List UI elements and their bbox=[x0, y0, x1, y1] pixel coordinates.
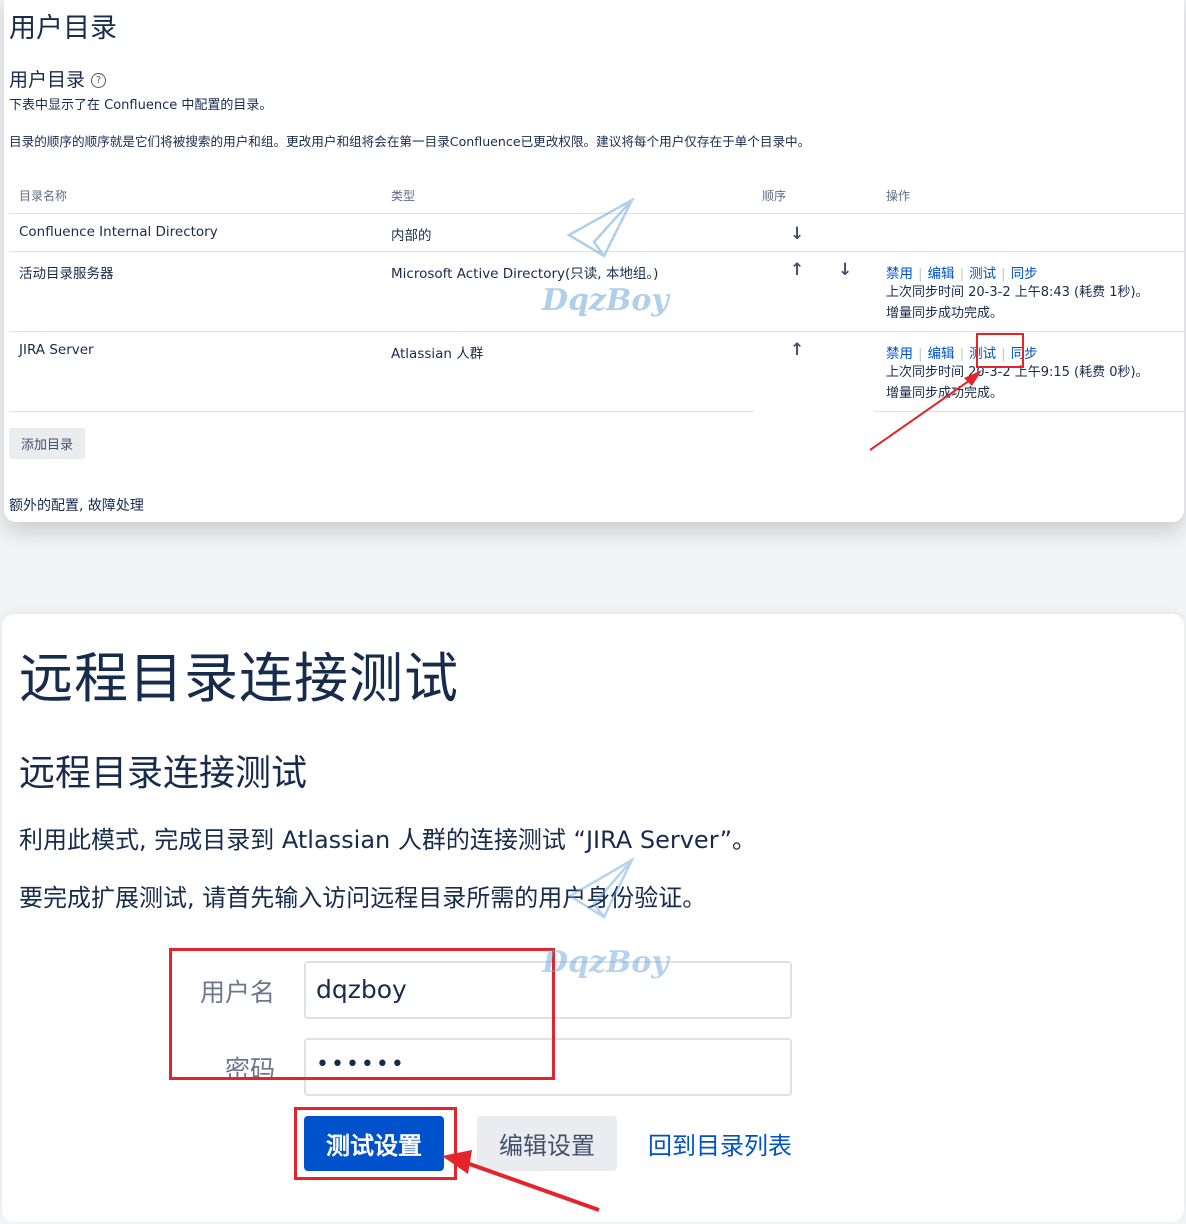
row-divider bbox=[9, 331, 1184, 332]
test-button-highlight-box bbox=[294, 1107, 457, 1180]
watermark-overlay: DqzBoy bbox=[541, 196, 982, 451]
question-circle-icon[interactable]: ? bbox=[91, 73, 107, 88]
move-down-icon[interactable]: ↓ bbox=[838, 260, 852, 280]
directory-name: JIRA Server bbox=[19, 342, 94, 358]
directory-panel: 用户目录 用户目录? 下表中显示了在 Confluence 中配置的目录。 目录… bbox=[4, 0, 1184, 522]
directory-type: 内部的 bbox=[391, 228, 432, 244]
description-2: 要完成扩展测试, 请首先输入访问远程目录所需的用户身份验证。 bbox=[19, 884, 707, 912]
description-2: 目录的顺序的顺序就是它们将被搜索的用户和组。更改用户和组将会在第一目录Confl… bbox=[9, 134, 811, 149]
sync-status-result: 增量同步成功完成。 bbox=[886, 386, 1004, 401]
directory-type: Atlassian 人群 bbox=[391, 346, 484, 362]
edit-link[interactable]: 编辑 bbox=[928, 266, 955, 282]
directory-name: 活动目录服务器 bbox=[19, 266, 114, 282]
section-title-text: 用户目录 bbox=[9, 69, 86, 91]
move-up-icon[interactable]: ↑ bbox=[790, 340, 804, 360]
paper-plane-icon bbox=[566, 196, 635, 258]
row-actions: 禁用 | 编辑 | 测试 | 同步 bbox=[886, 266, 1038, 282]
test-link[interactable]: 测试 bbox=[969, 266, 996, 282]
column-header-order: 顺序 bbox=[762, 189, 787, 203]
description-1: 下表中显示了在 Confluence 中配置的目录。 bbox=[9, 98, 273, 113]
section-title: 远程目录连接测试 bbox=[19, 753, 308, 794]
directory-name: Confluence Internal Directory bbox=[19, 224, 218, 240]
edit-settings-button[interactable]: 编辑设置 bbox=[477, 1116, 617, 1171]
sync-status-time: 上次同步时间 20-3-2 上午8:43 (耗费 1秒)。 bbox=[886, 285, 1149, 300]
row-divider bbox=[9, 251, 1184, 252]
extra-config-text: 额外的配置, 故障处理 bbox=[9, 498, 144, 514]
row-divider bbox=[9, 411, 754, 412]
section-title: 用户目录? bbox=[9, 65, 107, 92]
column-header-actions: 操作 bbox=[886, 189, 911, 203]
move-up-icon[interactable]: ↑ bbox=[790, 260, 804, 280]
disable-link[interactable]: 禁用 bbox=[886, 346, 913, 362]
table-divider bbox=[9, 213, 1184, 214]
watermark-text: DqzBoy bbox=[541, 283, 671, 318]
sync-link[interactable]: 同步 bbox=[1011, 266, 1038, 282]
sync-status-result: 增量同步成功完成。 bbox=[886, 306, 1004, 321]
directory-type: Microsoft Active Directory(只读, 本地组。) bbox=[391, 266, 659, 282]
disable-link[interactable]: 禁用 bbox=[886, 266, 913, 282]
add-directory-button[interactable]: 添加目录 bbox=[9, 428, 86, 459]
column-header-name: 目录名称 bbox=[19, 189, 68, 203]
page-title: 用户目录 bbox=[9, 13, 117, 44]
edit-link[interactable]: 编辑 bbox=[928, 346, 955, 362]
description-1: 利用此模式, 完成目录到 Atlassian 人群的连接测试 “JIRA Ser… bbox=[19, 826, 757, 854]
back-to-directory-list-link[interactable]: 回到目录列表 bbox=[648, 1126, 792, 1161]
connection-test-panel: 远程目录连接测试 远程目录连接测试 利用此模式, 完成目录到 Atlassian… bbox=[2, 614, 1184, 1222]
credentials-highlight-box bbox=[169, 948, 555, 1080]
column-header-type: 类型 bbox=[391, 189, 416, 203]
move-down-icon[interactable]: ↓ bbox=[790, 224, 804, 244]
page-title: 远程目录连接测试 bbox=[19, 647, 459, 710]
highlight-box bbox=[976, 333, 1024, 368]
row-divider bbox=[874, 411, 1184, 412]
